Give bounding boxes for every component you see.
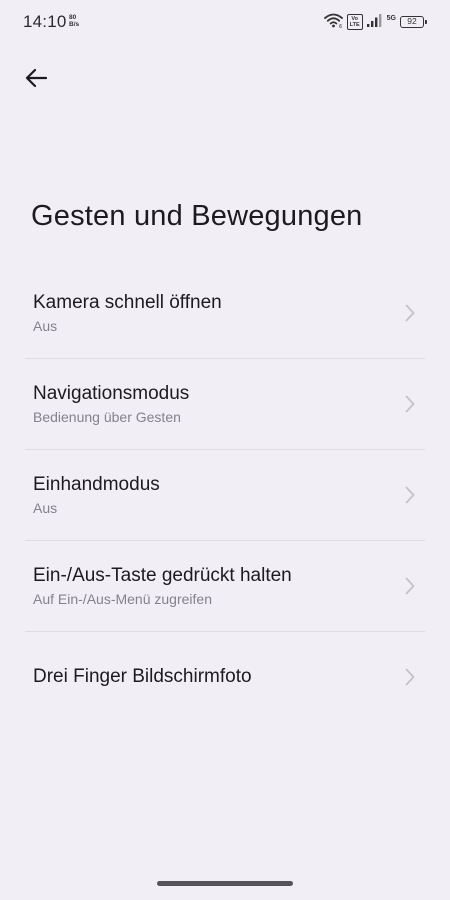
setting-subtitle: Bedienung über Gesten [33,409,181,425]
setting-subtitle: Auf Ein-/Aus-Menü zugreifen [33,591,212,607]
setting-title: Kamera schnell öffnen [33,292,222,313]
setting-navigation-mode[interactable]: Navigationsmodus Bedienung über Gesten [25,359,425,450]
arrow-left-icon [25,68,48,93]
battery-level: 92 [407,16,417,26]
setting-subtitle: Aus [33,318,58,334]
setting-title: Einhandmodus [33,474,160,495]
network-speed-value: 80 [69,14,77,21]
chevron-right-icon [405,486,415,504]
status-icons: 6 Vo LTE 5G 92 [323,12,427,33]
setting-three-finger-screenshot[interactable]: Drei Finger Bildschirmfoto [25,632,425,722]
page-title: Gesten und Bewegungen [31,200,363,232]
signal-icon [366,13,383,32]
chevron-right-icon [405,577,415,595]
setting-quick-camera[interactable]: Kamera schnell öffnen Aus [25,268,425,359]
status-time: 14:10 [23,12,67,31]
network-speed: 80 B/s [69,14,85,28]
volte-icon: Vo LTE [346,14,363,30]
volte-line2: LTE [349,22,360,28]
setting-power-button-hold[interactable]: Ein-/Aus-Taste gedrückt halten Auf Ein-/… [25,541,425,632]
svg-text:6: 6 [339,24,342,28]
setting-title: Navigationsmodus [33,383,190,404]
network-speed-unit: B/s [69,21,80,28]
setting-text: Ein-/Aus-Taste gedrückt halten Auf Ein-/… [33,564,292,608]
setting-one-hand-mode[interactable]: Einhandmodus Aus [25,450,425,541]
setting-title: Ein-/Aus-Taste gedrückt halten [33,565,292,586]
setting-text: Drei Finger Bildschirmfoto [33,665,252,689]
setting-text: Einhandmodus Aus [33,473,160,517]
home-indicator[interactable] [157,881,293,886]
setting-subtitle: Aus [33,500,58,516]
back-button[interactable] [14,60,58,100]
status-bar: 14:10 80 B/s 6 Vo LTE 5G 92 [0,0,450,44]
chevron-right-icon [405,395,415,413]
chevron-right-icon [405,668,415,686]
setting-text: Kamera schnell öffnen Aus [33,291,222,335]
chevron-right-icon [405,304,415,322]
network-type: 5G [386,14,396,22]
setting-title: Drei Finger Bildschirmfoto [33,666,252,687]
wifi-icon: 6 [323,12,343,33]
settings-list: Kamera schnell öffnen Aus Navigationsmod… [25,268,425,722]
setting-text: Navigationsmodus Bedienung über Gesten [33,382,189,426]
battery-icon: 92 [400,16,427,28]
